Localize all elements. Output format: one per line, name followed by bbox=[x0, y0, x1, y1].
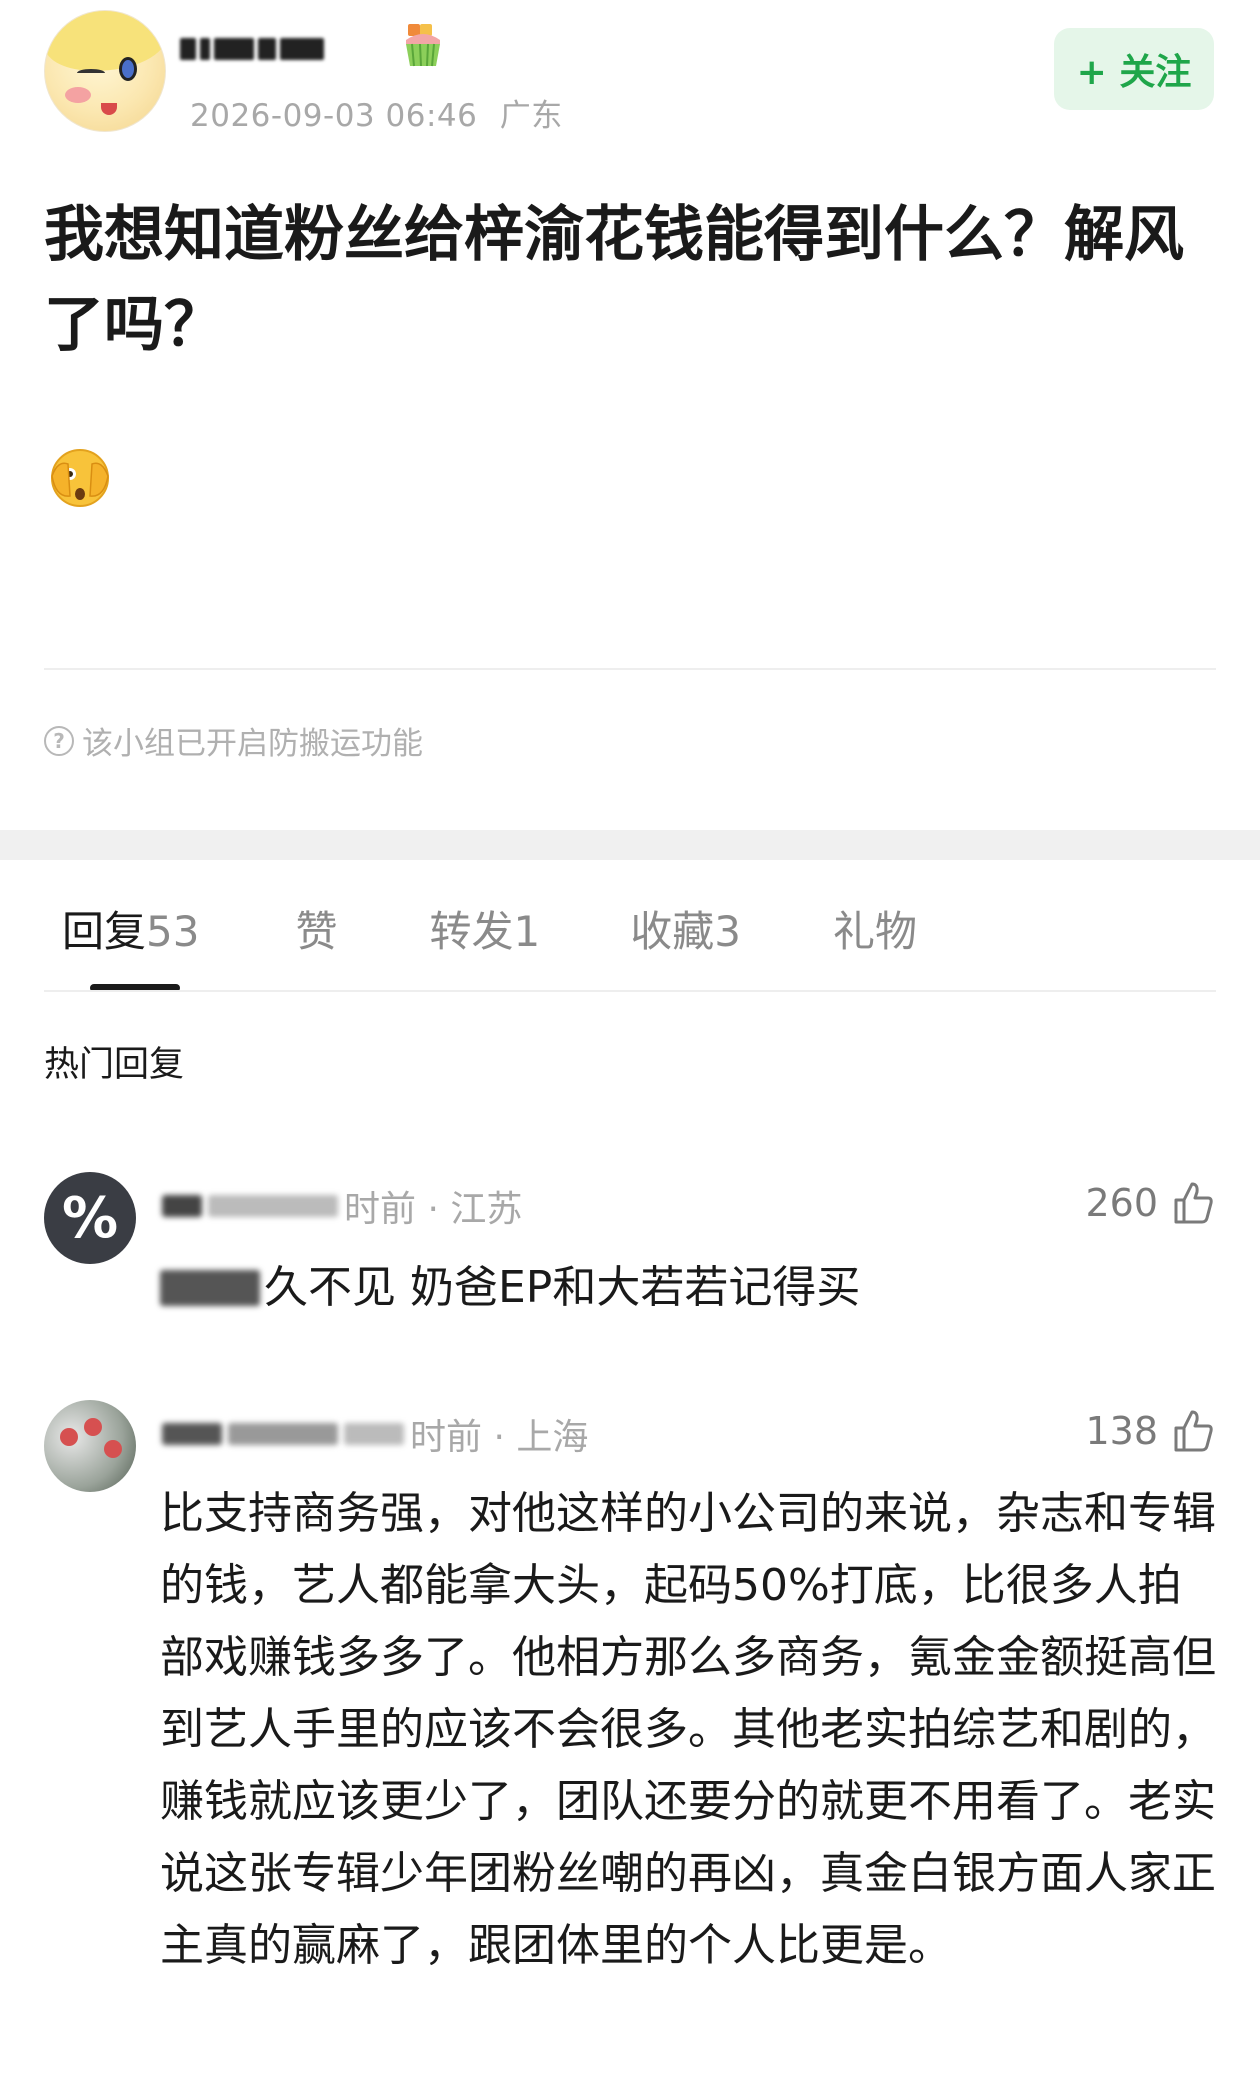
author-avatar[interactable] bbox=[44, 10, 166, 132]
commenter-info[interactable]: 时前 · 上海 bbox=[162, 1408, 588, 1460]
commenter-avatar[interactable]: % bbox=[44, 1172, 136, 1264]
comment-text: 久不见 奶爸EP和大若若记得买 bbox=[160, 1252, 1216, 1324]
cupcake-icon bbox=[406, 24, 440, 67]
tab-reposts[interactable]: 转发1 bbox=[429, 898, 540, 958]
commenter-info[interactable]: 时前 · 江苏 bbox=[162, 1180, 522, 1232]
commenter-name-redacted bbox=[162, 1423, 222, 1445]
commenter-name-redacted bbox=[228, 1423, 338, 1445]
post-meta: 2026-09-03 06:46 广东 bbox=[190, 90, 575, 135]
comment-item[interactable]: % 时前 · 江苏 260 久不见 奶爸EP和大若若记得买 bbox=[0, 1170, 1260, 1330]
face-with-hand-over-eyes-icon bbox=[51, 449, 109, 507]
comment-item[interactable]: 时前 · 上海 138 比支持商务强，对他这样的小公司的来说，杂志和专辑的钱，艺… bbox=[0, 1398, 1260, 2058]
question-circle-icon: ? bbox=[44, 725, 74, 756]
tab-replies[interactable]: 回复53 bbox=[62, 898, 199, 958]
post-title: 我想知道粉丝给梓渝花钱能得到什么？解风了吗？ bbox=[44, 200, 1184, 360]
comment-time-location: 时前 · 江苏 bbox=[344, 1189, 523, 1230]
comment-text: 比支持商务强，对他这样的小公司的来说，杂志和专辑的钱，艺人都能拿大头，起码50%… bbox=[160, 1488, 1216, 1971]
post-date: 2026-09-03 06:46 bbox=[190, 98, 478, 134]
interaction-tabs: 回复53 赞 转发1 收藏3 礼物 bbox=[44, 898, 917, 958]
content-divider bbox=[44, 668, 1216, 670]
commenter-name-redacted bbox=[162, 1195, 202, 1217]
commenter-avatar[interactable] bbox=[44, 1400, 136, 1492]
anti-repost-notice: ? 该小组已开启防搬运功能 bbox=[44, 718, 423, 763]
tabs-divider bbox=[44, 990, 1216, 992]
hot-replies-heading: 热门回复 bbox=[44, 1045, 185, 1085]
tab-likes[interactable]: 赞 bbox=[295, 898, 337, 958]
notice-text: 该小组已开启防搬运功能 bbox=[82, 726, 423, 762]
follow-button[interactable]: + 关注 bbox=[1054, 28, 1214, 110]
tab-gifts[interactable]: 礼物 bbox=[833, 898, 917, 958]
post-location: 广东 bbox=[499, 98, 563, 134]
commenter-name-redacted bbox=[344, 1423, 404, 1445]
like-button[interactable]: 138 bbox=[1085, 1408, 1216, 1454]
like-count: 138 bbox=[1085, 1409, 1158, 1453]
section-separator bbox=[0, 830, 1260, 860]
thumbs-up-icon bbox=[1174, 1410, 1213, 1452]
like-count: 260 bbox=[1085, 1181, 1158, 1225]
redacted-text bbox=[160, 1270, 260, 1306]
author-name-redacted[interactable] bbox=[180, 34, 370, 64]
tab-favorites[interactable]: 收藏3 bbox=[630, 898, 741, 958]
like-button[interactable]: 260 bbox=[1085, 1180, 1216, 1226]
commenter-name-redacted bbox=[208, 1195, 338, 1217]
thumbs-up-icon bbox=[1174, 1182, 1213, 1224]
comment-time-location: 时前 · 上海 bbox=[410, 1417, 589, 1458]
